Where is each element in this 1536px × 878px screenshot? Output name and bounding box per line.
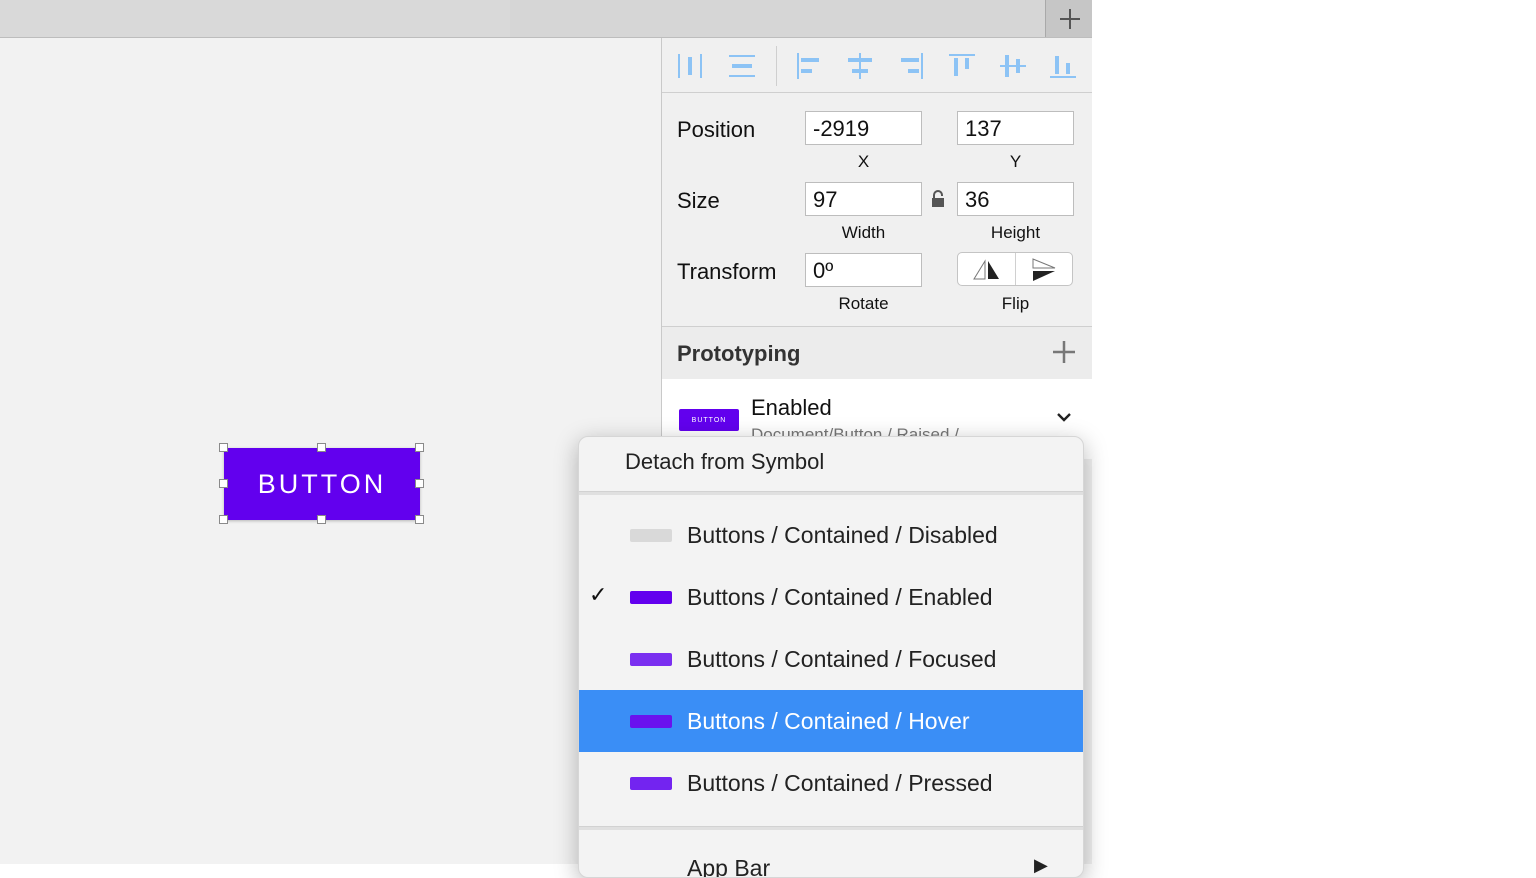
align-left-icon[interactable] (794, 51, 824, 81)
flip-divider (1015, 253, 1016, 285)
plus-icon (1059, 8, 1080, 29)
transform-label: Transform (677, 259, 777, 284)
canvas[interactable]: BUTTON (0, 38, 661, 864)
height-field[interactable]: 36 (957, 182, 1074, 216)
new-tab-button[interactable] (1045, 0, 1093, 37)
enabled-thumbnail (630, 591, 672, 604)
focused-thumbnail (630, 653, 672, 666)
alignment-toolbar (662, 38, 1093, 93)
width-field[interactable]: 97 (805, 182, 922, 216)
hover-thumbnail (630, 715, 672, 728)
menu-item-pressed[interactable]: Buttons / Contained / Pressed (579, 752, 1083, 814)
tab-bar (0, 0, 1093, 38)
menu-item-label: Buttons / Contained / Disabled (687, 522, 998, 548)
distribute-vertical-icon[interactable] (727, 51, 757, 81)
rotate-caption: Rotate (838, 294, 889, 313)
add-prototyping-icon[interactable] (1052, 340, 1076, 364)
menu-separator (579, 491, 1083, 495)
flip-vertical-icon[interactable] (1030, 257, 1058, 283)
document-tab[interactable] (0, 0, 510, 37)
resize-handle-bottom-center[interactable] (317, 515, 326, 524)
chevron-down-icon[interactable] (1056, 411, 1072, 423)
align-top-icon[interactable] (947, 51, 977, 81)
align-bottom-icon[interactable] (1048, 51, 1078, 81)
menu-item-focused[interactable]: Buttons / Contained / Focused (579, 628, 1083, 690)
width-caption: Width (841, 223, 886, 242)
toolbar-separator (776, 46, 777, 86)
menu-item-label: Buttons / Contained / Hover (687, 708, 970, 734)
symbol-thumbnail: BUTTON (679, 409, 739, 431)
position-y-caption: Y (1009, 152, 1022, 171)
lock-icon[interactable] (931, 190, 945, 208)
pressed-thumbnail (630, 777, 672, 790)
height-caption: Height (990, 223, 1041, 242)
resize-handle-middle-left[interactable] (219, 479, 228, 488)
checkmark-icon: ✓ (589, 582, 608, 607)
menu-item-label: Buttons / Contained / Focused (687, 646, 997, 672)
menu-item-label: Buttons / Contained / Enabled (687, 584, 993, 610)
right-blank-area (1092, 0, 1536, 864)
disabled-thumbnail (630, 529, 672, 542)
menu-item-label: Buttons / Contained / Pressed (687, 770, 993, 796)
resize-handle-bottom-right[interactable] (415, 515, 424, 524)
size-label: Size (677, 188, 720, 213)
position-y-field[interactable]: 137 (957, 111, 1074, 145)
resize-handle-top-left[interactable] (219, 443, 228, 452)
symbol-thumbnail-text: BUTTON (691, 416, 727, 424)
detach-from-symbol-item[interactable]: Detach from Symbol (625, 449, 824, 475)
symbol-swap-menu: Detach from Symbol Buttons / Contained /… (578, 436, 1084, 878)
menu-item-enabled[interactable]: ✓ Buttons / Contained / Enabled (579, 566, 1083, 628)
prototyping-title: Prototyping (677, 341, 801, 366)
resize-handle-middle-right[interactable] (415, 479, 424, 488)
position-x-caption: X (857, 152, 870, 171)
menu-item-app-bar[interactable]: App Bar (687, 855, 770, 877)
align-horizontal-center-icon[interactable] (845, 51, 875, 81)
align-right-icon[interactable] (896, 51, 926, 81)
position-label: Position (677, 117, 756, 142)
distribute-horizontal-icon[interactable] (675, 51, 705, 81)
canvas-button-symbol[interactable]: BUTTON (224, 448, 420, 520)
align-vertical-center-icon[interactable] (998, 51, 1028, 81)
prototyping-section: Prototyping (662, 326, 1093, 380)
canvas-button-label: BUTTON (257, 468, 387, 499)
submenu-arrow-icon: ▶ (1034, 855, 1048, 875)
flip-caption: Flip (1001, 294, 1030, 313)
position-x-field[interactable]: -2919 (805, 111, 922, 145)
resize-handle-top-center[interactable] (317, 443, 326, 452)
menu-item-disabled[interactable]: Buttons / Contained / Disabled (579, 504, 1083, 566)
symbol-name: Enabled (751, 395, 832, 420)
resize-handle-bottom-left[interactable] (219, 515, 228, 524)
resize-handle-top-right[interactable] (415, 443, 424, 452)
flip-control (957, 252, 1073, 286)
menu-item-hover[interactable]: Buttons / Contained / Hover (579, 690, 1083, 752)
flip-horizontal-icon[interactable] (972, 259, 1002, 281)
menu-separator (579, 826, 1083, 830)
rotate-field[interactable]: 0º (805, 253, 922, 287)
